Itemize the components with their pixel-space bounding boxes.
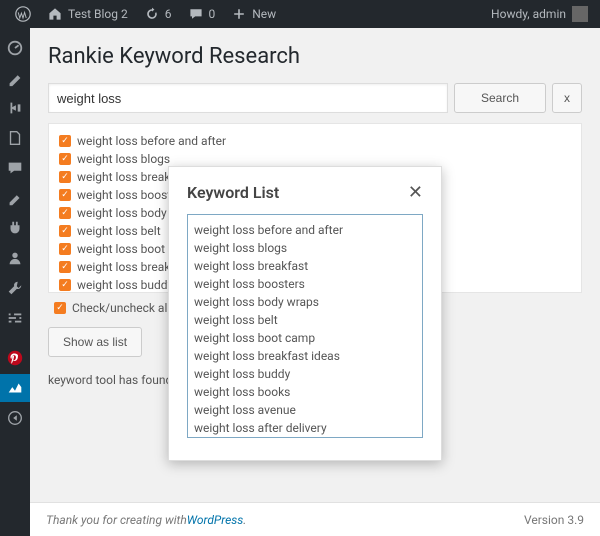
- show-as-list-button[interactable]: Show as list: [48, 327, 142, 357]
- checkbox-icon[interactable]: ✓: [54, 302, 66, 314]
- search-button[interactable]: Search: [454, 83, 546, 113]
- checkbox-icon[interactable]: ✓: [59, 225, 71, 237]
- menu-users[interactable]: [0, 244, 30, 272]
- modal-title: Keyword List: [187, 183, 279, 202]
- close-icon[interactable]: ✕: [408, 184, 423, 202]
- menu-pages[interactable]: [0, 124, 30, 152]
- wordpress-link[interactable]: WordPress: [187, 513, 244, 527]
- menu-comments[interactable]: [0, 154, 30, 182]
- menu-pinterest[interactable]: [0, 344, 30, 372]
- checkbox-icon[interactable]: ✓: [59, 189, 71, 201]
- keyword-list-textarea[interactable]: [187, 214, 423, 438]
- checkbox-icon[interactable]: ✓: [59, 207, 71, 219]
- menu-settings[interactable]: [0, 304, 30, 332]
- plus-icon: [231, 6, 247, 22]
- checkbox-icon[interactable]: ✓: [59, 279, 71, 291]
- menu-tools[interactable]: [0, 274, 30, 302]
- page-title: Rankie Keyword Research: [48, 44, 582, 69]
- keyword-input[interactable]: [48, 83, 448, 113]
- clear-button[interactable]: x: [552, 83, 582, 113]
- site-name[interactable]: Test Blog 2: [40, 0, 135, 28]
- admin-sidebar: [0, 28, 30, 536]
- refresh-icon: [144, 6, 160, 22]
- menu-dashboard[interactable]: [0, 34, 30, 62]
- menu-posts[interactable]: [0, 64, 30, 92]
- menu-appearance[interactable]: [0, 184, 30, 212]
- comments[interactable]: 0: [181, 0, 223, 28]
- wp-logo[interactable]: [8, 0, 38, 28]
- account[interactable]: Howdy, admin: [491, 6, 592, 22]
- keyword-row[interactable]: ✓weight loss before and after: [59, 132, 571, 150]
- footer: Thank you for creating with WordPress. V…: [30, 502, 600, 536]
- keyword-list-modal: Keyword List ✕: [168, 166, 442, 461]
- checkbox-icon[interactable]: ✓: [59, 171, 71, 183]
- home-icon: [47, 6, 63, 22]
- menu-collapse[interactable]: [0, 404, 30, 432]
- comment-icon: [188, 6, 204, 22]
- checkbox-icon[interactable]: ✓: [59, 135, 71, 147]
- avatar: [572, 6, 588, 22]
- search-row: Search x: [48, 83, 582, 113]
- version-text: Version 3.9: [524, 513, 584, 527]
- menu-media[interactable]: [0, 94, 30, 122]
- updates[interactable]: 6: [137, 0, 179, 28]
- admin-bar: Test Blog 2 6 0 New Howdy, admin: [0, 0, 600, 28]
- menu-plugins[interactable]: [0, 214, 30, 242]
- menu-rankie[interactable]: [0, 374, 30, 402]
- checkbox-icon[interactable]: ✓: [59, 153, 71, 165]
- new-content[interactable]: New: [224, 0, 283, 28]
- checkbox-icon[interactable]: ✓: [59, 243, 71, 255]
- checkbox-icon[interactable]: ✓: [59, 261, 71, 273]
